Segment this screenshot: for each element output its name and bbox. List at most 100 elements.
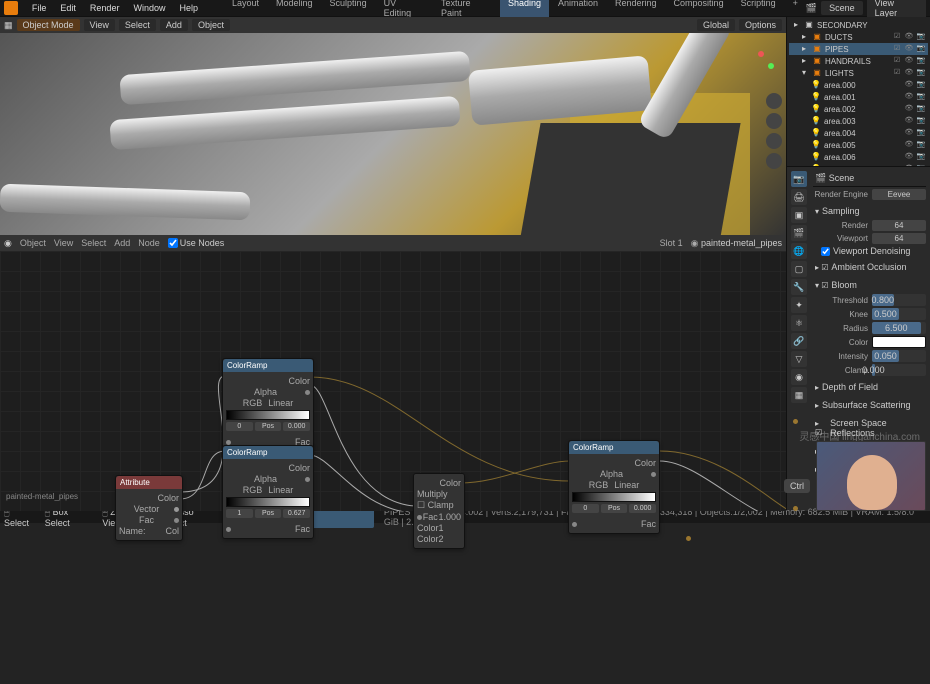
modifier-tab-icon[interactable]: 🔧 (791, 279, 807, 295)
prop-label: Intensity (813, 352, 868, 361)
outliner-item[interactable]: 💡area.004👁📷 (789, 127, 928, 139)
sampling-section[interactable]: ▾ Sampling (813, 204, 926, 218)
scene-tab-icon[interactable]: 🎬 (791, 225, 807, 241)
color-ramp-gradient[interactable] (572, 492, 656, 502)
mode-dropdown[interactable]: Object Mode (17, 19, 80, 31)
prop-label: Knee (813, 310, 868, 319)
navigation-gizmo[interactable] (728, 41, 778, 91)
blender-logo (4, 1, 18, 15)
node-attribute[interactable]: Attribute Color Vector Fac Name:Col (115, 475, 183, 541)
webcam-overlay (816, 441, 926, 511)
render-samples-field[interactable]: 64 (872, 220, 926, 231)
color-ramp-gradient[interactable] (226, 497, 310, 507)
nh-view[interactable]: View (54, 238, 73, 248)
material-dropdown[interactable]: ◉ painted-metal_pipes (691, 238, 782, 249)
zoom-icon[interactable] (766, 93, 782, 109)
color-ramp-gradient[interactable] (226, 410, 310, 420)
outliner-collection[interactable]: ▸▣HANDRAILS☑👁📷 (789, 55, 928, 67)
node-editor-icon[interactable]: ◉ (4, 238, 12, 249)
camera-icon[interactable] (766, 133, 782, 149)
view-tab-icon[interactable]: ▣ (791, 207, 807, 223)
menu-edit[interactable]: Edit (54, 1, 82, 15)
material-tab-icon[interactable]: ◉ (791, 369, 807, 385)
menu-render[interactable]: Render (84, 1, 126, 15)
vp-view[interactable]: View (84, 19, 115, 31)
prop-label: Threshold (813, 296, 868, 305)
viewport-editor-icon[interactable]: ▦ (4, 20, 13, 31)
menu-file[interactable]: File (26, 1, 53, 15)
object-tab-icon[interactable]: ▢ (791, 261, 807, 277)
knee-slider[interactable]: 0.500 (872, 308, 926, 320)
node-colorramp-3[interactable]: ColorRamp Color Alpha RGBLinear 0Pos0.00… (568, 440, 660, 534)
menu-help[interactable]: Help (173, 1, 204, 15)
scene-breadcrumb: 🎬 Scene (815, 173, 854, 183)
viewport-denoising-check[interactable]: Viewport Denoising (813, 246, 926, 256)
scene-icon: 🎬 (806, 3, 817, 14)
constraint-tab-icon[interactable]: 🔗 (791, 333, 807, 349)
color-picker[interactable] (872, 336, 926, 348)
particle-tab-icon[interactable]: ✦ (791, 297, 807, 313)
vp-add[interactable]: Add (160, 19, 188, 31)
scene-field[interactable]: Scene (821, 1, 863, 15)
physics-tab-icon[interactable]: ⚛ (791, 315, 807, 331)
move-icon[interactable] (766, 113, 782, 129)
material-name-label: painted-metal_pipes (6, 492, 78, 501)
render-engine-dropdown[interactable]: Eevee (872, 189, 926, 200)
sss-section[interactable]: ▸ Subsurface Scattering (813, 398, 926, 412)
slot-dropdown[interactable]: Slot 1 (660, 238, 683, 248)
node-title: ColorRamp (569, 441, 659, 454)
vp-select[interactable]: Select (119, 19, 156, 31)
perspective-icon[interactable] (766, 153, 782, 169)
outliner-collection[interactable]: ▾▣LIGHTS☑👁📷 (789, 67, 928, 79)
3d-viewport[interactable] (0, 33, 786, 235)
prop-label: Clamp (813, 366, 868, 375)
node-multiply[interactable]: Multiply Color Multiply ☐ Clamp Fac1.000… (413, 473, 465, 549)
prop-label: Render (813, 221, 868, 230)
main-menu: File Edit Render Window Help (26, 1, 204, 15)
nh-select[interactable]: Select (81, 238, 106, 248)
nh-node[interactable]: Node (138, 238, 160, 248)
prop-label: Color (813, 338, 868, 347)
node-colorramp-1[interactable]: ColorRamp Color Alpha RGBLinear 0Pos0.00… (222, 358, 314, 452)
outliner-collection[interactable]: ▸▣PIPES☑👁📷 (789, 43, 928, 55)
viewport-samples-field[interactable]: 64 (872, 233, 926, 244)
node-object-dropdown[interactable]: Object (20, 238, 46, 248)
menu-window[interactable]: Window (127, 1, 171, 15)
render-engine-label: Render Engine (813, 190, 868, 199)
ao-section[interactable]: ▸ ☑ Ambient Occlusion (813, 260, 926, 274)
node-title: Attribute (116, 476, 182, 489)
vp-object[interactable]: Object (192, 19, 230, 31)
use-nodes-check[interactable]: Use Nodes (168, 238, 225, 248)
outliner-item[interactable]: 💡area.005👁📷 (789, 139, 928, 151)
outliner-scene[interactable]: ▸▣SECONDARY (789, 19, 928, 31)
render-tab-icon[interactable]: 📷 (791, 171, 807, 187)
world-tab-icon[interactable]: 🌐 (791, 243, 807, 259)
intensity-slider[interactable]: 0.050 (872, 350, 926, 362)
outliner-item[interactable]: 💡area.000👁📷 (789, 79, 928, 91)
texture-tab-icon[interactable]: ▦ (791, 387, 807, 403)
output-tab-icon[interactable]: 🖨 (791, 189, 807, 205)
outliner-collection[interactable]: ▸▣DUCTS☑👁📷 (789, 31, 928, 43)
outliner[interactable]: ▸▣SECONDARY ▸▣DUCTS☑👁📷 ▸▣PIPES☑👁📷 ▸▣HAND… (787, 17, 930, 167)
node-editor[interactable]: Attribute Color Vector Fac Name:Col Colo… (0, 251, 786, 511)
radius-slider[interactable]: 6.500 (872, 322, 926, 334)
bloom-section[interactable]: ▾ ☑ Bloom (813, 278, 926, 292)
options-dropdown[interactable]: Options (739, 19, 782, 31)
orientation-dropdown[interactable]: Global (697, 19, 735, 31)
outliner-item[interactable]: 💡area.002👁📷 (789, 103, 928, 115)
node-editor-header: ◉ Object View Select Add Node Use Nodes … (0, 235, 786, 251)
clamp-slider[interactable]: 0.000 (872, 364, 926, 376)
threshold-slider[interactable]: 0.800 (872, 294, 926, 306)
nh-add[interactable]: Add (114, 238, 130, 248)
outliner-item[interactable]: 💡area.006👁📷 (789, 151, 928, 163)
dof-section[interactable]: ▸ Depth of Field (813, 380, 926, 394)
node-title: ColorRamp (223, 446, 313, 459)
data-tab-icon[interactable]: ▽ (791, 351, 807, 367)
outliner-item[interactable]: 💡area.003👁📷 (789, 115, 928, 127)
node-colorramp-2[interactable]: ColorRamp Color Alpha RGBLinear 1Pos0.62… (222, 445, 314, 539)
prop-label: Viewport (813, 234, 868, 243)
outliner-item[interactable]: 💡area.001👁📷 (789, 91, 928, 103)
prop-label: Radius (813, 324, 868, 333)
ctrl-key-badge: Ctrl (784, 479, 810, 493)
viewport-header: ▦ Object Mode View Select Add Object Glo… (0, 17, 786, 33)
